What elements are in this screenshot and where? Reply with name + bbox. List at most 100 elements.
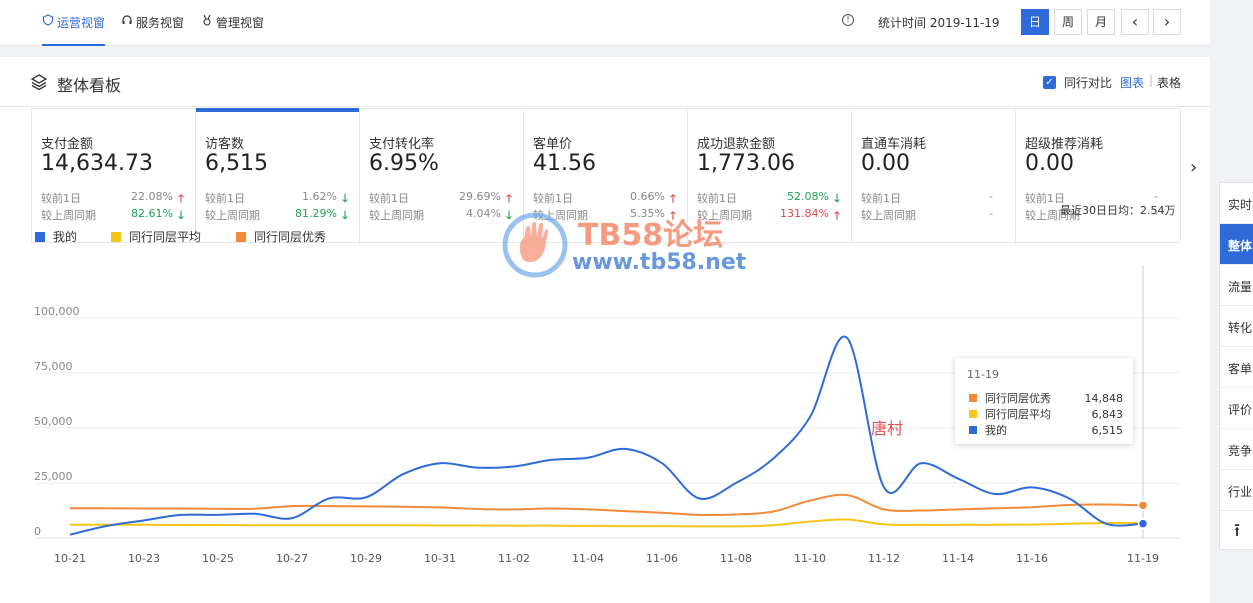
x-tick-label: 10-21	[54, 552, 86, 565]
tooltip-dot	[969, 426, 977, 434]
info-icon[interactable]: !	[842, 14, 854, 26]
sidebar-item-competition[interactable]: 竞争	[1220, 429, 1253, 470]
tooltip-value: 14,848	[1084, 391, 1124, 405]
x-tick-label: 10-23	[128, 552, 160, 565]
metric-value: 41.56	[533, 151, 596, 176]
period-month-button[interactable]: 月	[1087, 9, 1115, 35]
x-tick-label: 10-25	[202, 552, 234, 565]
x-tick-label: 11-02	[498, 552, 530, 565]
legend-label-peer-top: 同行同层优秀	[254, 230, 327, 244]
next-date-button[interactable]: ›	[1153, 9, 1181, 35]
x-tick-label: 10-29	[350, 552, 382, 565]
series-end-point	[1137, 500, 1149, 511]
x-tick-label: 11-16	[1016, 552, 1048, 565]
series-line-peer-top	[69, 493, 1144, 517]
metric-title: 成功退款金额	[697, 137, 776, 152]
x-tick-label: 10-31	[424, 552, 456, 565]
y-tick-label: 25,000	[34, 470, 73, 483]
y-tick-label: 100,000	[34, 305, 80, 318]
x-tick-label: 11-06	[646, 552, 678, 565]
view-chart-link[interactable]: 图表	[1120, 74, 1144, 91]
tab-management[interactable]: 管理视窗	[201, 14, 264, 46]
legend-swatch-peer-average	[111, 231, 121, 242]
shield-icon	[42, 14, 54, 29]
sidebar-item-realtime[interactable]: 实时	[1220, 183, 1253, 224]
chart-tooltip: 11-19 同行同层优秀 14,848 同行同层平均 6,843 我的 6,51…	[955, 358, 1133, 444]
legend-swatch-peer-top	[236, 231, 246, 242]
x-tick-label: 11-10	[794, 552, 826, 565]
sidebar-item-traffic[interactable]: 流量	[1220, 265, 1253, 306]
tab-operations[interactable]: 运营视窗	[42, 14, 106, 46]
metric-value: 6.95%	[369, 151, 439, 176]
legend-peer-average[interactable]: 同行同层平均	[111, 228, 201, 245]
metric-card[interactable]: 超级推荐消耗 0.00 较前1日 - 较上周同期 -	[1016, 109, 1180, 242]
metric-compare-pct: 131.84%	[780, 207, 829, 220]
legend-peer-top[interactable]: 同行同层优秀	[236, 228, 326, 245]
tooltip-row-peer-top: 同行同层优秀 14,848	[969, 390, 1123, 406]
thirty-day-average: 最近30日日均：2.54万	[1060, 204, 1176, 217]
period-day-button[interactable]: 日	[1021, 9, 1049, 35]
compare-checkbox[interactable]: ✓	[1043, 76, 1056, 89]
metric-title: 支付转化率	[369, 137, 435, 152]
y-tick-label: 75,000	[34, 360, 73, 373]
metric-compare-pct: -	[989, 190, 993, 203]
x-tick-label: 11-08	[720, 552, 752, 565]
series-end-point	[1137, 518, 1149, 529]
metric-compare-pct: -	[989, 207, 993, 220]
compare-label: 同行对比	[1064, 76, 1113, 90]
right-sidebar: 行业 竞争 评价 客单 转化 流量 整体 实时 ⭱	[1219, 182, 1253, 550]
metric-week-compare: 较上周同期 4.04% 🡓	[369, 207, 515, 226]
back-to-top-button[interactable]: ⭱	[1220, 511, 1253, 551]
metric-title: 超级推荐消耗	[1025, 137, 1104, 152]
stat-time: 统计时间 2019-11-19	[878, 16, 1000, 30]
metric-value: 14,634.73	[41, 151, 153, 176]
metric-title: 访客数	[205, 137, 245, 152]
metric-compare-label: 较前1日	[861, 192, 901, 205]
series-line-peer-average	[70, 518, 1144, 528]
metric-title: 支付金额	[41, 137, 94, 152]
view-separator: |	[1149, 73, 1154, 87]
tab-management-label: 管理视窗	[216, 16, 265, 30]
tooltip-row-peer-average: 同行同层平均 6,843	[969, 406, 1123, 422]
metric-card[interactable]: 访客数 6,515 较前1日 1.62% 🡓 较上周同期 81.29% 🡓	[196, 108, 360, 242]
tab-service[interactable]: 服务视窗	[121, 14, 184, 46]
metric-card[interactable]: 直通车消耗 0.00 较前1日 - 较上周同期 -	[852, 109, 1016, 242]
prev-date-button[interactable]: ‹	[1121, 9, 1149, 35]
legend-mine[interactable]: 我的	[35, 228, 77, 245]
arrow-up-icon: 🡑	[834, 209, 840, 222]
metric-compare-label: 较上周同期	[369, 209, 424, 222]
metric-title: 客单价	[533, 137, 573, 152]
metrics-next-arrow[interactable]: ›	[1190, 157, 1197, 178]
view-table-link[interactable]: 表格	[1157, 74, 1181, 91]
metric-week-compare: 较上周同期 82.61% 🡓	[41, 207, 187, 226]
tooltip-dot	[969, 394, 977, 402]
metric-compare-pct: 81.29%	[295, 207, 337, 220]
headset-icon	[121, 14, 133, 29]
sidebar-item-review[interactable]: 评价	[1220, 388, 1253, 429]
metric-card[interactable]: 支付金额 14,634.73 较前1日 22.08% 🡑 较上周同期 82.61% 🡓	[32, 109, 196, 242]
tooltip-value: 6,515	[1091, 423, 1124, 437]
tooltip-name: 同行同层优秀	[985, 392, 1051, 405]
tooltip-row-mine: 我的 6,515	[969, 422, 1123, 438]
sidebar-item-overall[interactable]: 整体	[1220, 224, 1253, 265]
arrow-down-icon: 🡓	[342, 209, 348, 222]
metric-value: 1,773.06	[697, 151, 795, 176]
blank-icon	[995, 207, 1007, 223]
tooltip-date: 11-19	[967, 368, 999, 381]
sidebar-item-conversion[interactable]: 转化	[1220, 306, 1253, 347]
metric-week-compare: 较上周同期 -	[861, 207, 1007, 223]
sidebar-item-industry[interactable]: 行业	[1220, 470, 1253, 511]
watermark-url: www.tb58.net	[572, 250, 747, 275]
metric-compare-pct: 82.61%	[131, 207, 173, 220]
metric-day-compare: 较前1日 -	[861, 190, 1007, 206]
metric-value: 0.00	[861, 151, 910, 176]
sidebar-item-aov[interactable]: 客单	[1220, 347, 1253, 388]
metric-value: 0.00	[1025, 151, 1074, 176]
y-tick-label: 0	[34, 525, 41, 538]
metric-title: 直通车消耗	[861, 137, 927, 152]
period-week-button[interactable]: 周	[1054, 9, 1082, 35]
watermark-title: TB58论坛	[578, 218, 724, 253]
legend-label-peer-average: 同行同层平均	[129, 230, 202, 244]
legend-label-mine: 我的	[53, 230, 78, 244]
metric-week-compare: 较上周同期 81.29% 🡓	[205, 207, 351, 226]
